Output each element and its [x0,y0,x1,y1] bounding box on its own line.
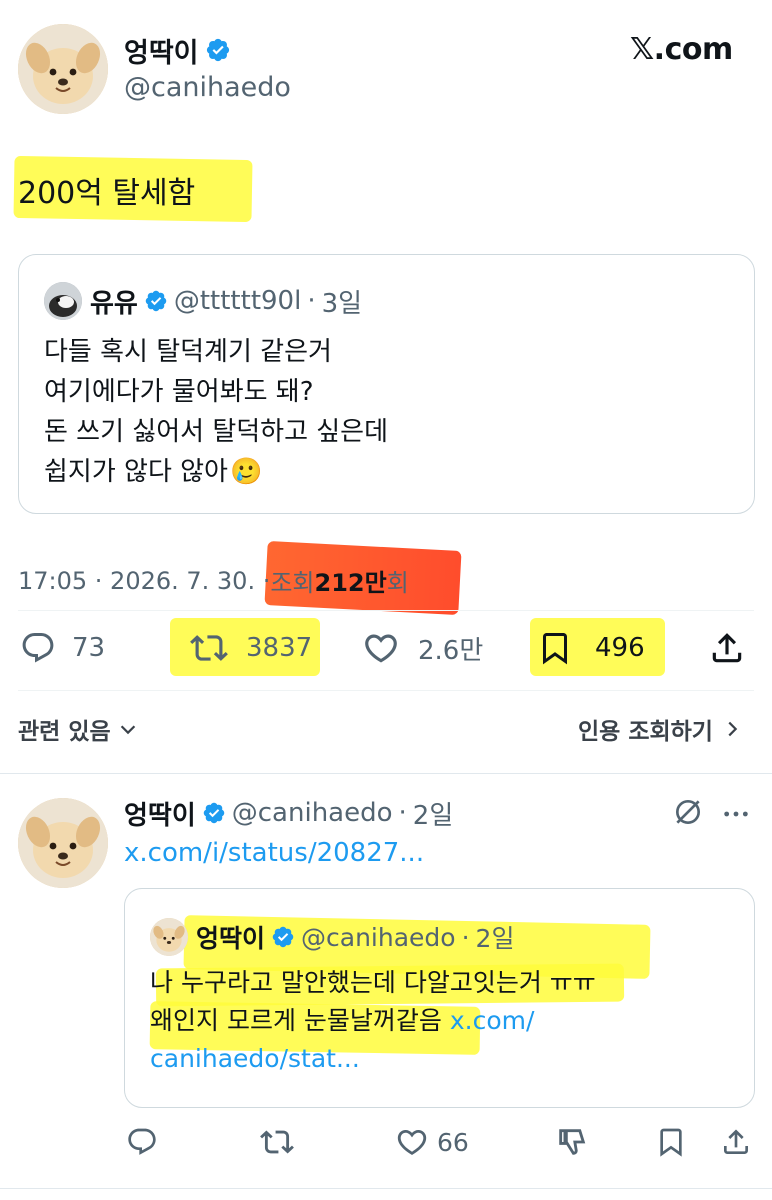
views-count: 212만 [314,569,387,597]
heart-icon [397,1129,427,1155]
quoted-text-line: 여기에다가 물어봐도 돼? [44,377,314,407]
reply-retweet-button[interactable] [260,1124,294,1160]
reply-bookmark-button[interactable] [655,1124,687,1160]
reply-like-count: 66 [437,1127,469,1157]
views-label: 조회 [270,569,315,597]
quoted-author-avatar [44,282,82,320]
retweet-icon [260,1130,294,1154]
cat-avatar-image [44,282,82,320]
section-divider [0,1188,772,1189]
like-count: 2.6만 [418,635,484,666]
reply-quoted-link[interactable]: x.com/ [450,1006,535,1035]
quoted-time: 3일 [321,288,363,319]
related-label: 관련 있음 [18,719,111,745]
quote-views-link[interactable]: 인용 조회하기 [578,712,743,746]
divider [18,690,754,691]
author-avatar[interactable] [18,24,108,114]
views-suffix: 회 [386,569,409,597]
reply-share-button[interactable] [720,1124,752,1160]
quoted-display-name: 유유 [90,288,138,319]
share-button[interactable] [708,628,746,668]
retweet-icon [190,635,228,661]
reply-count: 73 [72,633,106,663]
reply-author-avatar[interactable] [18,798,108,888]
quoted-text-line: 다들 혹시 탈덕계기 같은거 [44,337,332,367]
share-icon [712,633,742,663]
dot-separator: · [461,922,470,952]
puppy-avatar-image [18,798,108,888]
verified-badge-icon [145,290,167,312]
quoted-handle: @tttttt90l [173,286,302,316]
bookmark-button[interactable]: 496 [537,628,645,668]
dot-separator: · [307,286,316,316]
share-icon [724,1129,748,1154]
verified-badge-icon [203,802,225,824]
thumbs-down-icon [559,1129,586,1155]
reply-icon [128,1128,156,1155]
reply-link[interactable]: x.com/i/status/20827... [124,838,424,868]
more-options-icon[interactable] [720,798,752,834]
reply-quoted-link-continued[interactable]: canihaedo/stat... [150,1040,740,1078]
dislike-button[interactable] [555,1124,589,1160]
author-handle[interactable]: @canihaedo [124,72,291,103]
dot-separator: · [398,798,407,828]
reply-quoted-time: 2일 [475,924,515,953]
reply-icon [22,633,54,663]
reply-quoted-display-name: 엉딱이 [196,924,266,953]
crying-smile-emoji-icon: 🥲 [229,457,263,487]
heart-icon [365,634,397,663]
reply-button[interactable]: 73 [20,628,105,668]
reply-quoted-text-line: 나 누구라고 말안했는데 다알고잇는거 ㅠㅠ [150,968,596,997]
reply-display-name[interactable]: 엉딱이 [124,795,196,832]
puppy-avatar-image [18,24,108,114]
puppy-avatar-image [150,918,188,956]
reply-reply-button[interactable] [126,1124,158,1160]
chevron-down-icon [120,725,135,735]
bookmark-count: 496 [595,633,645,663]
retweet-count: 3837 [246,633,313,663]
reply-quoted-avatar [150,918,188,956]
divider [18,610,754,611]
quote-views-label: 인용 조회하기 [578,719,713,745]
reply-quoted-handle: @canihaedo [301,922,456,952]
bookmark-icon [543,633,567,665]
tweet-timestamp[interactable]: 17:05 · 2026. 7. 30. · [18,567,270,595]
section-divider [0,773,772,774]
verified-badge-icon [206,38,229,62]
reply-quoted-text-line: 왜인지 모르게 눈물날꺼같음 [150,1006,450,1035]
quoted-text-line: 돈 쓰기 싫어서 탈덕하고 싶은데 [44,417,389,447]
verified-badge-icon [272,926,294,948]
bookmark-icon [660,1128,682,1157]
quoted-text-line: 쉽지가 않다 않아 [44,457,228,487]
reply-time[interactable]: 2일 [413,795,453,832]
reply-handle[interactable]: @canihaedo [232,798,393,828]
grok-icon[interactable] [672,796,704,832]
reply-like-button[interactable]: 66 [395,1124,469,1160]
tweet-text: 200억 탈세함 [18,176,196,211]
retweet-button[interactable]: 3837 [190,628,312,668]
related-dropdown[interactable]: 관련 있음 [18,712,139,746]
like-button[interactable]: 2.6만 [362,628,483,668]
x-com-logo: 𝕏.com [630,32,733,67]
chevron-right-icon [728,721,738,737]
author-display-name[interactable]: 엉딱이 [124,31,199,70]
